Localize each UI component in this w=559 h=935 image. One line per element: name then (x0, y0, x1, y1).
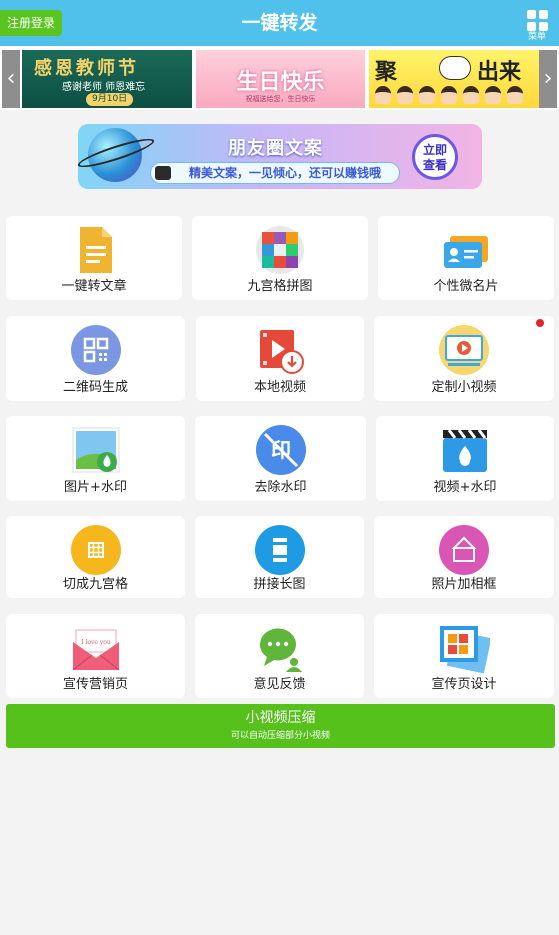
grid-item-label: 本地视频 (253, 380, 306, 395)
grid-item-long-image[interactable]: 拼接长图 (195, 516, 364, 598)
grid-item-label: 图片+水印 (64, 480, 127, 495)
slide-subtitle: 祝福送给您，生日快乐 (245, 95, 316, 103)
image-watermark-icon (72, 427, 119, 473)
grid-item-label: 拼接长图 (253, 577, 306, 592)
carousel-slide-birthday[interactable]: 生日快乐 祝福送给您，生日快乐 (196, 50, 365, 108)
promo-title: 朋友圈文案 (228, 138, 323, 159)
grid-item-label: 九宫格拼图 (247, 279, 313, 294)
remove-watermark-icon: 印 (255, 425, 306, 475)
grid-item-page-design[interactable]: 宣传页设计 (374, 614, 554, 698)
grid-item-video-watermark[interactable]: 视频+水印 (376, 416, 554, 501)
video-compress-button[interactable]: 小视频压缩 可以自动压缩部分小视频 (6, 704, 555, 748)
speech-bubble-icon (439, 56, 471, 80)
slide-title: 感恩教师节 (34, 58, 139, 79)
banner-carousel: ‹ 感恩教师节 感谢老师 师恩难忘 9月10日 生日快乐 祝福送给您，生日快乐 … (0, 46, 559, 110)
carousel-slide-party[interactable]: 聚 出来 (369, 50, 539, 108)
menu-grid-icon (527, 10, 549, 31)
grid-item-label: 二维码生成 (62, 380, 128, 395)
grid-item-forward-article[interactable]: 一键转文章 (6, 216, 182, 300)
slide-word-right: 出来 (477, 60, 522, 85)
promo-subtitle-pill: 精美文案，一见倾心，还可以赚钱哦 (150, 162, 400, 184)
local-video-icon (260, 330, 304, 374)
svg-text:I love you: I love you (81, 639, 111, 646)
header-bar: 注册登录 一键转发 菜单 (0, 0, 559, 46)
grid-item-label: 宣传页设计 (431, 677, 497, 692)
people-illustration (375, 86, 523, 104)
grid-item-image-watermark[interactable]: 图片+水印 (6, 416, 185, 501)
compress-subtitle: 可以自动压缩部分小视频 (230, 731, 330, 741)
document-icon (80, 227, 112, 273)
notification-badge (536, 319, 544, 327)
long-image-icon (254, 525, 305, 575)
carousel-prev-button[interactable]: ‹ (2, 50, 20, 108)
view-now-label: 立即 查看 (422, 143, 447, 172)
grid-item-remove-watermark[interactable]: 印 去除水印 (195, 416, 366, 501)
grid-item-custom-video[interactable]: 定制小视频 (374, 316, 554, 401)
grid-item-feedback[interactable]: 意见反馈 (195, 614, 364, 698)
grid-item-business-card[interactable]: 个性微名片 (378, 216, 554, 300)
grid-item-label: 定制小视频 (431, 380, 497, 395)
grid-item-nine-grid-puzzle[interactable]: 九宫格拼图 (192, 216, 368, 300)
grid-item-label: 切成九宫格 (62, 577, 128, 592)
grid-item-label: 意见反馈 (253, 677, 306, 692)
moments-copy-banner[interactable]: 朋友圈文案 精美文案，一见倾心，还可以赚钱哦 立即 查看 (78, 124, 482, 189)
promo-subtitle: 精美文案，一见倾心，还可以赚钱哦 (189, 166, 382, 180)
carousel-slide-teachers-day[interactable]: 感恩教师节 感谢老师 师恩难忘 9月10日 (22, 50, 192, 108)
register-login-button[interactable]: 注册登录 (0, 10, 62, 36)
grid-item-label: 视频+水印 (433, 480, 497, 495)
page-design-icon (440, 626, 490, 674)
grid-item-marketing-page[interactable]: I love you 宣传营销页 (6, 614, 185, 698)
grid-item-qrcode[interactable]: 二维码生成 (6, 316, 185, 401)
sparkle-icon (155, 166, 171, 180)
business-card-icon (444, 236, 488, 268)
grid-item-label: 宣传营销页 (62, 677, 128, 692)
menu-label: 菜单 (527, 32, 546, 42)
slide-date: 9月10日 (86, 93, 134, 106)
grid-item-label: 照片加相框 (431, 577, 497, 592)
grid-item-label: 去除水印 (254, 480, 307, 495)
video-watermark-icon (443, 429, 487, 472)
custom-video-icon (439, 325, 489, 375)
menu-button[interactable]: 菜单 (525, 10, 549, 42)
page-title: 一键转发 (241, 12, 318, 34)
crop-grid-icon (70, 525, 121, 575)
grid-item-local-video[interactable]: 本地视频 (196, 316, 364, 401)
grid-item-label: 个性微名片 (433, 279, 499, 294)
carousel-next-button[interactable]: › (539, 50, 557, 108)
grid-item-crop-grid[interactable]: 切成九宫格 (6, 516, 185, 598)
slide-title: 生日快乐 (236, 70, 325, 95)
puzzle-icon (256, 226, 304, 274)
feedback-icon (259, 628, 302, 672)
qrcode-icon (70, 325, 121, 375)
photo-frame-icon (439, 525, 489, 575)
compress-title: 小视频压缩 (245, 710, 316, 726)
slide-word-left: 聚 (375, 60, 398, 85)
envelope-icon: I love you (72, 629, 119, 671)
grid-item-label: 一键转文章 (61, 279, 127, 294)
grid-item-photo-frame[interactable]: 照片加相框 (374, 516, 554, 598)
slide-subtitle: 感谢老师 师恩难忘 (62, 82, 146, 93)
view-now-button[interactable]: 立即 查看 (412, 134, 458, 180)
